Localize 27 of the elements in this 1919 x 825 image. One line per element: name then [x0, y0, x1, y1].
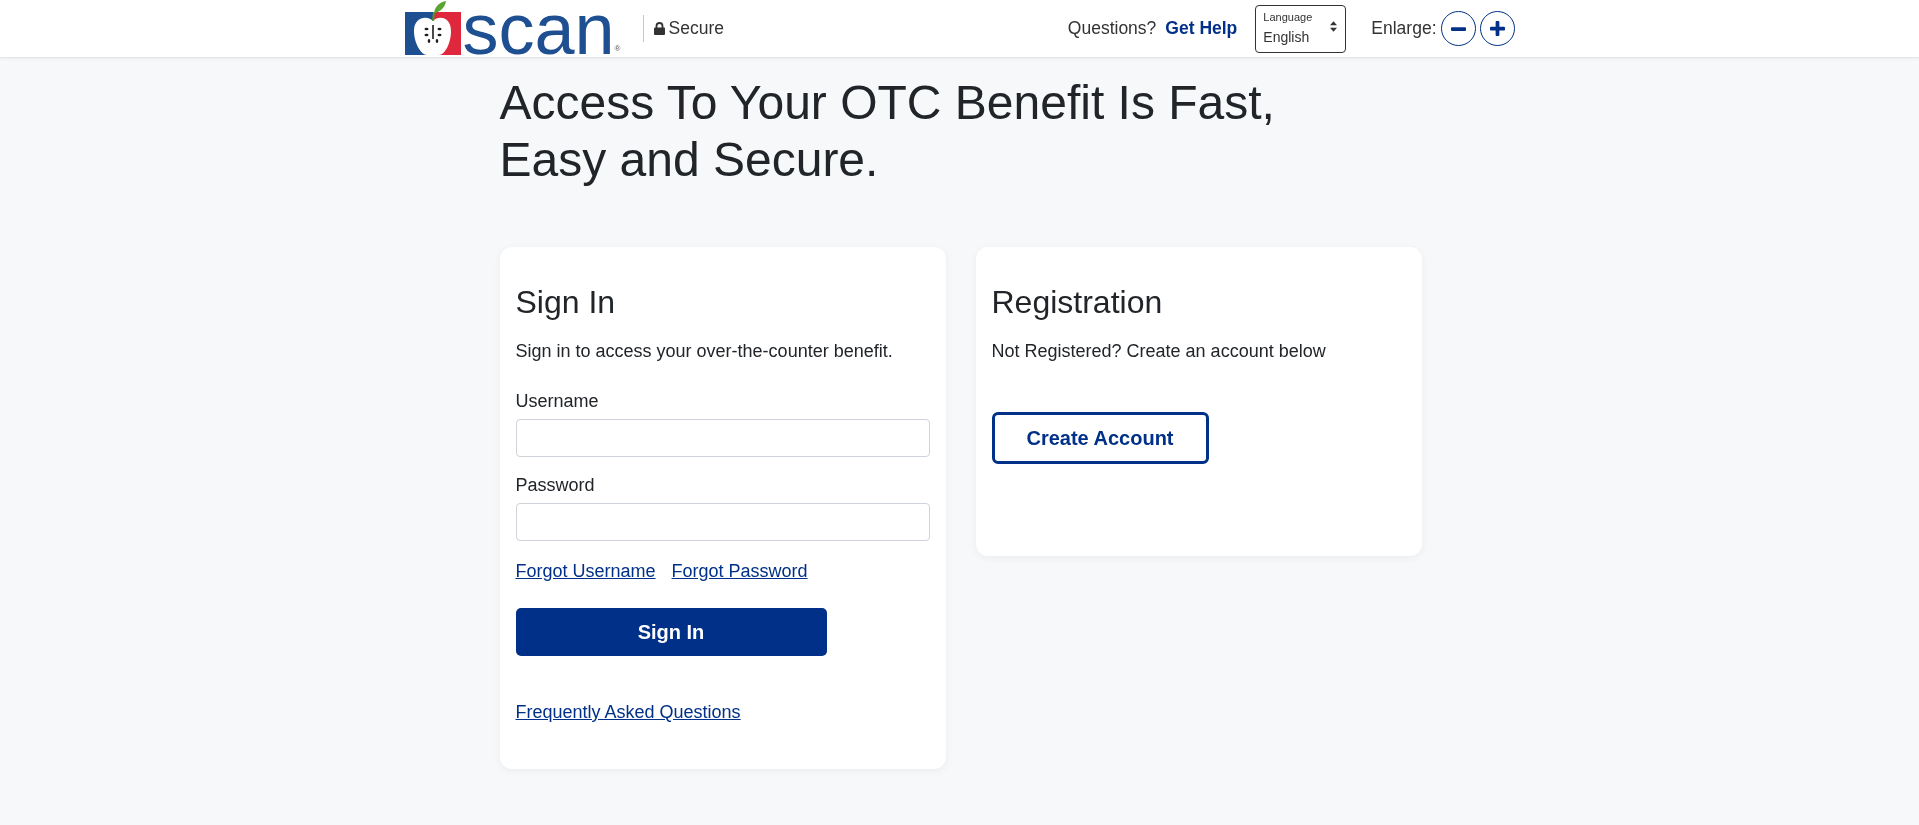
- language-select[interactable]: Language English: [1255, 4, 1347, 53]
- input-field[interactable]: [515, 503, 930, 541]
- card-description: Not Registered? Create an account below: [991, 340, 1326, 363]
- page-heading: Access To Your OTC Benefit Is Fast, Easy and Secure.: [499, 75, 1276, 188]
- minus-icon: [1450, 26, 1466, 31]
- recovery-link[interactable]: Forgot Username: [515, 558, 656, 585]
- lock-icon: [653, 22, 665, 35]
- enlarge-label: Enlarge:: [1371, 18, 1437, 39]
- input-field[interactable]: [515, 419, 930, 457]
- registered-mark: ®: [614, 45, 621, 53]
- faq-link[interactable]: Frequently Asked Questions: [515, 699, 741, 726]
- zoom-out-button[interactable]: [1440, 11, 1476, 46]
- plus-icon: [1489, 21, 1505, 36]
- field-label: Password: [515, 474, 595, 497]
- help-prompt: Questions?: [1067, 18, 1157, 39]
- card-title: Sign In: [515, 283, 616, 321]
- recovery-link[interactable]: Forgot Password: [671, 558, 808, 585]
- zoom-in-button[interactable]: [1479, 11, 1515, 46]
- card-title: Registration: [991, 283, 1163, 321]
- up-down-caret-icon: [1330, 21, 1338, 32]
- card-description: Sign in to access your over-the-counter benefit.: [515, 340, 893, 363]
- field-label: Username: [515, 390, 599, 413]
- secure-label: Secure: [668, 18, 724, 39]
- create-account-button[interactable]: Create Account: [991, 412, 1209, 464]
- sign-in-button[interactable]: Sign In: [515, 608, 827, 656]
- logo-wordmark: scan: [462, 0, 615, 57]
- get-help-link[interactable]: Get Help: [1165, 18, 1238, 39]
